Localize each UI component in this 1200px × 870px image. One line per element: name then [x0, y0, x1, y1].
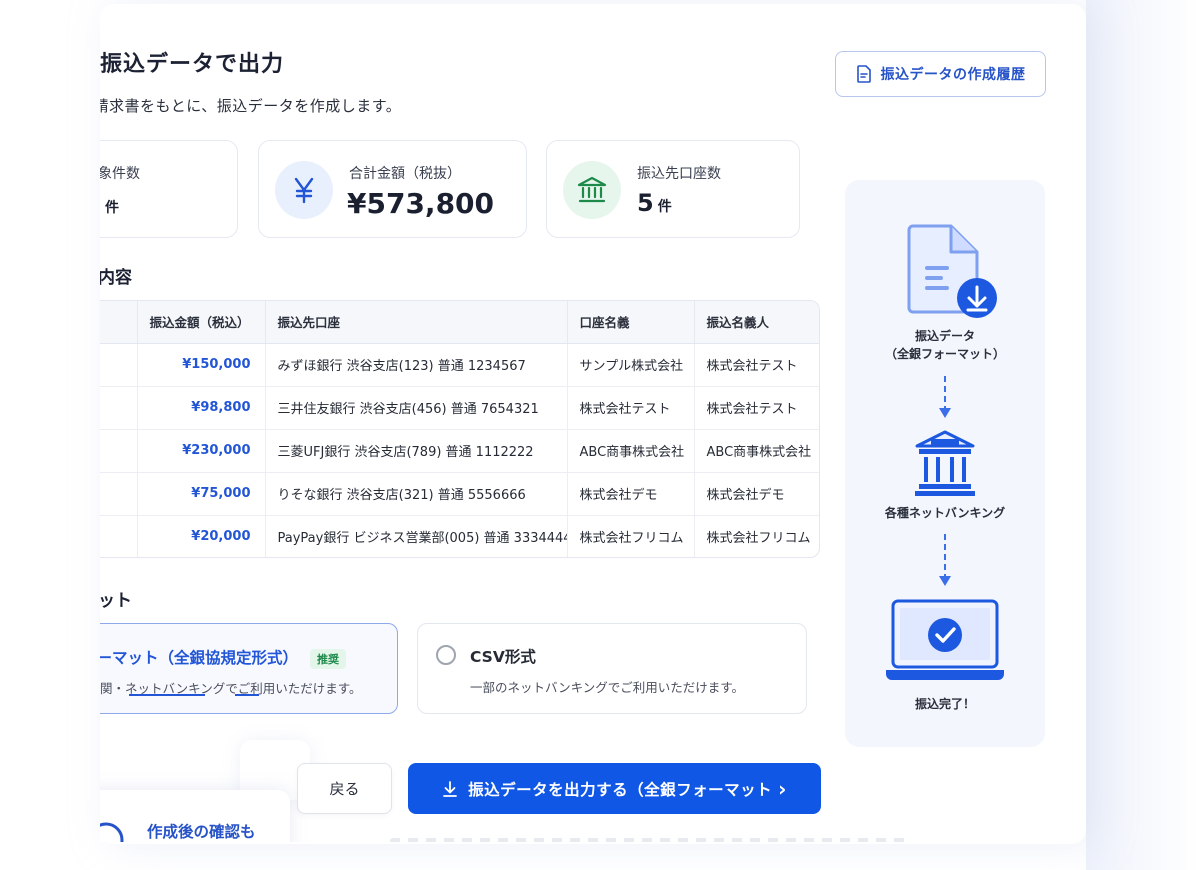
account-cell: 三菱UFJ銀行 渋谷支店(789) 普通 1112222	[265, 429, 568, 473]
payer-cell: 株式会社テスト	[694, 386, 819, 430]
stat-value: 件	[105, 200, 119, 216]
holder-cell: サンプル株式会社	[567, 343, 695, 387]
holder-cell: 株式会社テスト	[567, 386, 695, 430]
table-row: : ¥150,000 みずほ銀行 渋谷支店(123) 普通 1234567 サン…	[100, 343, 819, 387]
format-option-zengin[interactable]: ォーマット（全銀協規定形式） 推奨 融機関・ネットバンキングでご利用いただけます。	[100, 623, 398, 714]
column-header	[100, 301, 138, 344]
column-header-account: 振込先口座	[265, 301, 568, 344]
flow-step2-label: 各種ネットバンキング	[884, 506, 1006, 520]
amount-cell: ¥150,000	[137, 343, 266, 387]
stat-value: 5件	[637, 189, 672, 217]
format-option-title: CSV形式	[470, 648, 536, 666]
stat-label: 合計金額（税抜）	[349, 166, 461, 182]
table-cell	[100, 472, 138, 516]
table-row: . ¥20,000 PayPay銀行 ビジネス営業部(005) 普通 33344…	[100, 515, 819, 557]
format-heading: ット	[100, 591, 132, 611]
holder-cell: 株式会社フリコム	[567, 515, 695, 557]
recommended-badge: 推奨	[310, 648, 347, 669]
footer-note	[390, 838, 910, 842]
radio-button[interactable]	[436, 645, 456, 665]
account-cell: PayPay銀行 ビジネス営業部(005) 普通 3334444	[265, 515, 568, 557]
bank-icon	[563, 161, 621, 219]
document-history-icon	[856, 65, 871, 83]
back-button[interactable]: 戻る	[297, 763, 392, 814]
main-content: 振込データで出力 た請求書をもとに、振込データを作成します。 振込データの作成履…	[100, 0, 1100, 842]
history-button-label: 振込データの作成履歴	[880, 67, 1026, 83]
amount-cell: ¥230,000	[137, 429, 266, 473]
underline-decoration	[235, 694, 259, 696]
transfer-table: 振込金額（税込） 振込先口座 口座名義 振込名義人 : ¥150,000 みずほ…	[100, 300, 820, 558]
table-row: ¥98,800 三井住友銀行 渋谷支店(456) 普通 7654321 株式会社…	[100, 386, 819, 430]
table-row: : ¥230,000 三菱UFJ銀行 渋谷支店(789) 普通 1112222 …	[100, 429, 819, 473]
account-cell: 三井住友銀行 渋谷支店(456) 普通 7654321	[265, 386, 568, 430]
page-title: 振込データで出力	[100, 52, 285, 77]
stat-value: ¥573,800	[347, 187, 495, 220]
table-cell: :	[100, 343, 138, 387]
holder-cell: 株式会社デモ	[567, 472, 695, 516]
export-button-label: 振込データを出力する（全銀フォーマット	[468, 780, 773, 799]
details-heading: 内容	[100, 268, 132, 288]
stat-card-count: 象件数 件	[100, 140, 238, 238]
format-option-csv[interactable]: CSV形式 一部のネットバンキングでご利用いただけます。	[417, 623, 807, 714]
amount-cell: ¥20,000	[137, 515, 266, 557]
holder-cell: ABC商事株式会社	[567, 429, 695, 473]
format-option-title: ォーマット（全銀協規定形式） 推奨	[100, 646, 347, 669]
file-download-icon	[907, 224, 997, 318]
download-icon	[443, 780, 458, 797]
amount-cell: ¥98,800	[137, 386, 266, 430]
stat-card-accounts: 振込先口座数 5件	[546, 140, 800, 238]
column-header-amount: 振込金額（税込）	[137, 301, 266, 344]
table-cell	[100, 386, 138, 430]
flow-diagram: 振込データ （全銀フォーマット） 各種ネットバンキング 振込完了！	[845, 180, 1045, 747]
back-button-label: 戻る	[329, 780, 360, 798]
page-subtitle: た請求書をもとに、振込データを作成します。	[100, 97, 402, 115]
stat-label: 象件数	[100, 166, 140, 182]
chevron-right-icon: ›	[778, 776, 787, 801]
payer-cell: ABC商事株式会社	[694, 429, 819, 473]
table-row: ¥75,000 りそな銀行 渋谷支店(321) 普通 5556666 株式会社デ…	[100, 472, 819, 516]
export-button[interactable]: 振込データを出力する（全銀フォーマット ›	[408, 763, 821, 814]
laptop-check-icon	[886, 599, 1004, 680]
stat-label: 振込先口座数	[637, 166, 721, 182]
account-cell: りそな銀行 渋谷支店(321) 普通 5556666	[265, 472, 568, 516]
column-header-holder: 口座名義	[567, 301, 695, 344]
yen-icon	[275, 161, 333, 219]
payer-cell: 株式会社デモ	[694, 472, 819, 516]
stat-card-total: 合計金額（税抜） ¥573,800	[258, 140, 527, 238]
flow-step1-sublabel: （全銀フォーマット）	[884, 347, 1005, 361]
payer-cell: 株式会社フリコム	[706, 531, 811, 547]
check-circle-icon	[100, 822, 124, 842]
arrow-down-icon	[939, 376, 951, 418]
column-header-payer: 振込名義人	[694, 301, 819, 344]
amount-cell: ¥75,000	[137, 472, 266, 516]
format-option-desc: 一部のネットバンキングでご利用いただけます。	[470, 680, 745, 695]
account-cell: みずほ銀行 渋谷支店(123) 普通 1234567	[265, 343, 568, 387]
payer-cell: 株式会社テスト	[694, 343, 819, 387]
underline-decoration	[129, 694, 205, 696]
background-glow	[1086, 0, 1200, 870]
note-title: 作成後の確認も	[147, 823, 256, 841]
arrow-down-icon	[939, 534, 951, 586]
table-cell: :	[100, 429, 138, 473]
table-cell: .	[100, 515, 138, 557]
flow-step3-label: 振込完了！	[914, 697, 975, 711]
history-button[interactable]: 振込データの作成履歴	[835, 51, 1046, 97]
table-header-row: 振込金額（税込） 振込先口座 口座名義 振込名義人	[100, 301, 819, 344]
bank-building-icon	[915, 430, 975, 496]
page: 振込データで出力 た請求書をもとに、振込データを作成します。 振込データの作成履…	[0, 0, 1200, 870]
flow-step1-label: 振込データ	[914, 329, 975, 343]
